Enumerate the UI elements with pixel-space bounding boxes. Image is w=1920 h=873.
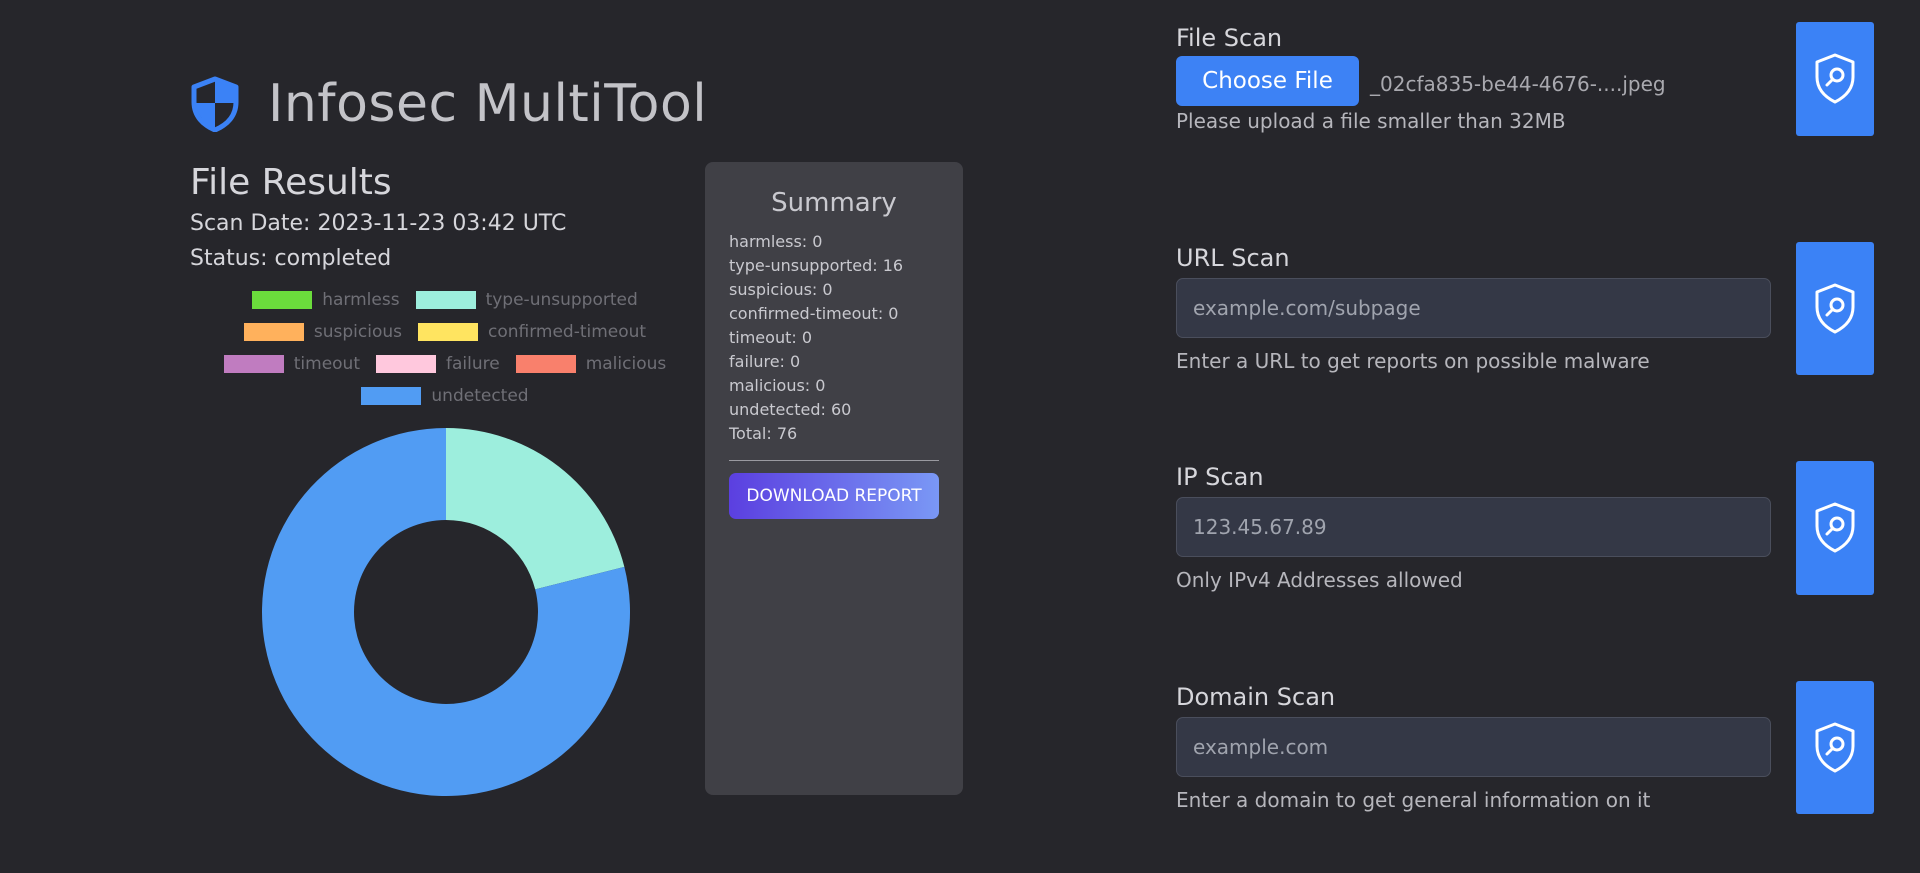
legend-swatch: [417, 323, 478, 341]
summary-divider: [729, 460, 939, 461]
choose-file-button[interactable]: Choose File: [1176, 56, 1359, 106]
scan-date: Scan Date: 2023-11-23 03:42 UTC: [190, 211, 567, 236]
summary-line: undetected: 60: [729, 400, 852, 419]
legend-label: suspicious: [313, 322, 402, 342]
ip-scan-label: IP Scan: [1176, 463, 1264, 491]
legend-swatch: [515, 355, 576, 373]
legend-item-timeout[interactable]: timeout: [223, 354, 360, 374]
url-scan-button[interactable]: [1796, 242, 1874, 375]
file-scan-hint: Please upload a file smaller than 32MB: [1176, 109, 1566, 133]
legend-swatch: [243, 323, 304, 341]
results-title: File Results: [190, 162, 392, 203]
legend-swatch: [223, 355, 284, 373]
file-scan-button[interactable]: [1796, 22, 1874, 136]
url-input[interactable]: [1176, 278, 1771, 338]
legend-row: harmless type-unsupported: [195, 290, 695, 310]
summary-line: timeout: 0: [729, 328, 813, 347]
legend-item-harmless[interactable]: harmless: [252, 290, 400, 310]
summary-card: Summary harmless: 0 type-unsupported: 16…: [705, 162, 963, 795]
domain-scan-label: Domain Scan: [1176, 683, 1336, 711]
legend-swatch: [252, 291, 313, 309]
legend-item-suspicious[interactable]: suspicious: [243, 322, 402, 342]
legend-swatch: [415, 291, 476, 309]
shield-icon: [191, 76, 239, 132]
legend-label: harmless: [322, 290, 400, 310]
legend-label: undetected: [431, 386, 529, 406]
chart-legend: harmless type-unsupported suspicious confir…: [195, 290, 695, 418]
domain-input[interactable]: [1176, 717, 1771, 777]
shield-search-icon: [1815, 502, 1855, 553]
shield-search-icon: [1815, 722, 1855, 772]
ip-scan-hint: Only IPv4 Addresses allowed: [1176, 568, 1463, 592]
summary-line: confirmed-timeout: 0: [729, 304, 899, 323]
legend-swatch: [376, 355, 436, 373]
legend-label: timeout: [293, 354, 360, 374]
legend-item-failure[interactable]: failure: [376, 354, 500, 374]
file-scan-label: File Scan: [1176, 24, 1283, 52]
legend-row: undetected: [195, 386, 695, 406]
legend-item-undetected[interactable]: undetected: [361, 386, 529, 406]
legend-label: confirmed-timeout: [487, 322, 647, 342]
url-scan-label: URL Scan: [1176, 244, 1290, 272]
legend-swatch: [361, 387, 422, 405]
legend-row: timeout failure malicious: [195, 354, 695, 374]
shield-search-icon: [1815, 283, 1855, 333]
selected-file-name: _02cfa835-be44-4676-....jpeg: [1370, 72, 1666, 96]
legend-item-malicious[interactable]: malicious: [515, 354, 667, 374]
summary-line: type-unsupported: 16: [729, 256, 904, 275]
scan-status: Status: completed: [190, 246, 392, 271]
legend-item-type-unsupported[interactable]: type-unsupported: [415, 290, 638, 310]
legend-label: type-unsupported: [485, 290, 638, 310]
summary-line: malicious: 0: [729, 376, 826, 395]
shield-search-icon: [1815, 53, 1855, 104]
app-header: Infosec MultiTool: [190, 74, 707, 134]
legend-item-confirmed-timeout[interactable]: confirmed-timeout: [417, 322, 647, 342]
summary-total: Total: 76: [729, 424, 798, 443]
legend-label: malicious: [585, 354, 667, 374]
summary-line: failure: 0: [729, 352, 801, 371]
results-donut-chart: [262, 428, 630, 796]
download-report-button[interactable]: DOWNLOAD REPORT: [729, 473, 939, 519]
legend-row: suspicious confirmed-timeout: [195, 322, 695, 342]
domain-scan-button[interactable]: [1796, 681, 1874, 814]
app-title: Infosec MultiTool: [268, 74, 708, 134]
url-scan-hint: Enter a URL to get reports on possible m…: [1176, 349, 1650, 373]
summary-title: Summary: [771, 188, 897, 218]
summary-line: suspicious: 0: [729, 280, 833, 299]
legend-label: failure: [446, 354, 500, 374]
ip-input[interactable]: [1176, 497, 1771, 557]
ip-scan-button[interactable]: [1796, 461, 1874, 595]
file-results: File Results Scan Date: 2023-11-23 03:42…: [190, 162, 566, 281]
donut-slice-type-unsupported[interactable]: [446, 428, 625, 590]
summary-line: harmless: 0: [729, 232, 823, 251]
domain-scan-hint: Enter a domain to get general informatio…: [1176, 788, 1651, 812]
